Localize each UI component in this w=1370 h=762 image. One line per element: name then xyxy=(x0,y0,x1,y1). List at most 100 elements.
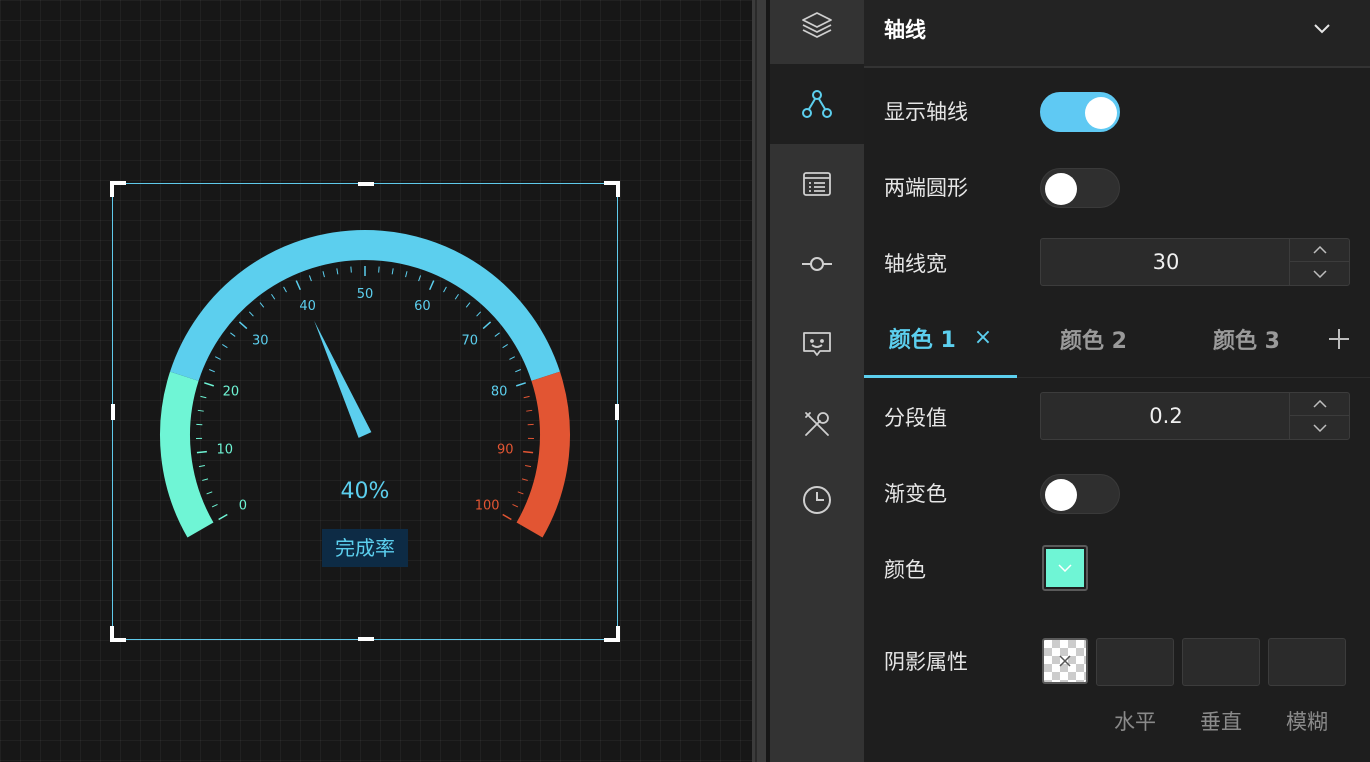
axis-section-header[interactable]: 轴线 xyxy=(864,0,1370,68)
gauge-tick xyxy=(336,268,339,275)
gauge-tick xyxy=(209,369,215,373)
gauge-segment-3 xyxy=(516,371,570,538)
segment-value-stepper[interactable] xyxy=(1289,393,1349,439)
gauge-tick-label: 70 xyxy=(462,334,479,349)
rail-item-layers[interactable] xyxy=(770,0,864,64)
tools-icon xyxy=(805,412,829,436)
properties-panel: 轴线 显示轴线 两端圆形 轴线宽 30 颜色 1 × 颜色 2 颜色 3 分段值… xyxy=(864,0,1370,762)
color-picker[interactable] xyxy=(1042,545,1088,591)
axis-width-input[interactable]: 30 xyxy=(1040,238,1350,286)
gauge-tick xyxy=(502,513,512,521)
color-swatch xyxy=(1046,549,1084,587)
decrement-button[interactable] xyxy=(1290,416,1349,439)
gauge-tick xyxy=(525,465,532,468)
round-ends-label: 两端圆形 xyxy=(884,176,968,200)
segment-value[interactable]: 0.2 xyxy=(1041,393,1291,439)
rail-item-history[interactable] xyxy=(770,460,864,540)
color-label: 颜色 xyxy=(884,558,926,582)
chat-face-icon xyxy=(803,332,831,356)
gauge-tick xyxy=(526,409,533,412)
gauge-tick xyxy=(494,332,500,337)
gauge-tick xyxy=(512,503,519,508)
rail-item-tooltip[interactable] xyxy=(770,304,864,384)
gauge-tick xyxy=(214,356,221,360)
tab-color-1[interactable]: 颜色 1 × xyxy=(864,300,1017,378)
shadow-vertical-input[interactable] xyxy=(1182,638,1260,686)
rail-item-tools[interactable] xyxy=(770,384,864,464)
gauge-tick xyxy=(259,302,265,308)
gauge-tick-label: 10 xyxy=(216,443,233,458)
chevron-up-icon xyxy=(1312,246,1327,254)
gauge-tick xyxy=(196,450,207,454)
axis-width-label: 轴线宽 xyxy=(884,252,947,276)
shadow-horizontal-input[interactable] xyxy=(1096,638,1174,686)
gauge-tick xyxy=(454,293,459,300)
panel-splitter[interactable] xyxy=(752,0,766,762)
rail-item-axis[interactable] xyxy=(770,64,864,144)
gradient-label: 渐变色 xyxy=(884,482,947,506)
clock-icon xyxy=(803,486,831,514)
round-ends-toggle[interactable] xyxy=(1040,168,1120,208)
tab-label: 颜色 3 xyxy=(1213,329,1280,354)
axis-width-value[interactable]: 30 xyxy=(1041,239,1291,285)
gauge-tick-label: 80 xyxy=(491,384,508,399)
color-tabs: 颜色 1 × 颜色 2 颜色 3 xyxy=(864,300,1370,378)
chevron-down-icon xyxy=(1058,564,1072,572)
gauge-tick xyxy=(502,344,508,349)
gauge-tick xyxy=(482,321,492,330)
toggle-knob xyxy=(1045,173,1077,205)
chevron-down-icon xyxy=(1312,423,1327,432)
increment-button[interactable] xyxy=(1290,239,1349,262)
tab-color-3[interactable]: 颜色 3 xyxy=(1170,300,1323,378)
increment-button[interactable] xyxy=(1290,393,1349,416)
gauge-tick xyxy=(523,395,530,399)
layers-icon xyxy=(802,12,832,38)
nodes-icon xyxy=(802,90,832,118)
gauge-tick xyxy=(283,286,287,293)
shadow-blur-input[interactable] xyxy=(1268,638,1346,686)
gauge-tick xyxy=(418,275,422,282)
rail-item-commit[interactable] xyxy=(770,224,864,304)
chevron-down-icon[interactable] xyxy=(1312,18,1332,38)
settings-icon-rail xyxy=(770,0,864,762)
gauge-tick xyxy=(218,513,228,521)
gauge-tick-label: 40 xyxy=(299,299,316,314)
gauge-tick xyxy=(378,266,380,273)
gauge-tick xyxy=(443,286,447,293)
tab-color-2[interactable]: 颜色 2 xyxy=(1017,300,1170,378)
gauge-tick xyxy=(238,321,248,330)
gauge-tick xyxy=(197,409,204,412)
gauge-segment-2 xyxy=(170,230,560,381)
no-color-icon xyxy=(1059,655,1071,667)
plus-icon[interactable] xyxy=(1326,326,1352,352)
gauge-tick xyxy=(350,266,352,273)
gauge-tick xyxy=(523,450,534,454)
gauge-tick xyxy=(391,268,394,275)
gauge-segment-1 xyxy=(160,371,214,538)
gauge-tick-label: 60 xyxy=(414,299,431,314)
gauge-tick xyxy=(515,382,526,387)
design-canvas[interactable]: 0 10 20 30 40 50 60 70 80 90 100 40% 完成率 xyxy=(0,0,752,762)
axis-width-stepper[interactable] xyxy=(1289,239,1349,285)
segment-value-input[interactable]: 0.2 xyxy=(1040,392,1350,440)
gauge-widget[interactable]: 0 10 20 30 40 50 60 70 80 90 100 40% 完成率 xyxy=(112,183,618,640)
close-icon[interactable]: × xyxy=(974,325,992,350)
toggle-knob xyxy=(1085,97,1117,129)
gauge-tick-label: 20 xyxy=(223,384,240,399)
decrement-button[interactable] xyxy=(1290,262,1349,285)
gauge-tick-label: 50 xyxy=(357,287,374,302)
commit-icon xyxy=(802,257,832,271)
shadow-color-picker[interactable] xyxy=(1042,638,1088,684)
gauge-label: 完成率 xyxy=(322,529,408,567)
gauge-tick xyxy=(204,382,215,387)
rail-item-list[interactable] xyxy=(770,144,864,224)
gauge-tick xyxy=(211,503,218,508)
show-axis-toggle[interactable] xyxy=(1040,92,1120,132)
shadow-vertical-caption: 垂直 xyxy=(1200,710,1242,734)
gauge-pointer xyxy=(314,320,372,438)
show-axis-label: 显示轴线 xyxy=(884,100,968,124)
list-icon xyxy=(803,172,831,196)
gauge-tick xyxy=(322,271,325,278)
gradient-toggle[interactable] xyxy=(1040,474,1120,514)
gauge-tick xyxy=(465,302,471,308)
